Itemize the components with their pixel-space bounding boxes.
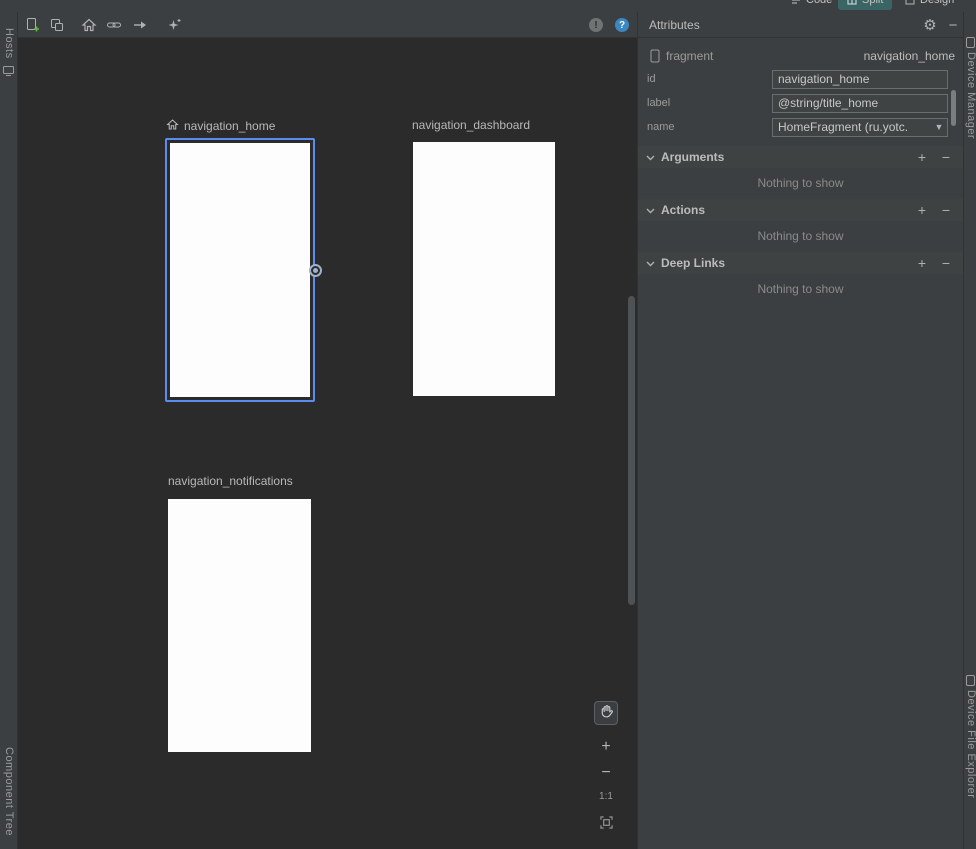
section-title-actions: Actions <box>661 203 705 217</box>
section-title-deep-links: Deep Links <box>661 256 725 270</box>
view-mode-code-label: Code <box>806 0 832 6</box>
attributes-header: Attributes ⚙ − <box>638 12 963 38</box>
fragment-preview-home[interactable] <box>165 138 315 402</box>
chevron-down-icon <box>646 150 655 164</box>
fragment-icon <box>650 49 660 63</box>
fragment-home-label: navigation_home <box>184 119 275 133</box>
field-row-name: name HomeFragment (ru.yotc. ▼ <box>638 116 963 138</box>
label-field-label: label <box>647 97 670 109</box>
view-mode-split[interactable]: Split <box>838 0 892 10</box>
hide-panel-icon[interactable]: − <box>944 16 962 34</box>
chevron-down-icon <box>646 203 655 217</box>
fragment-preview-notifications[interactable] <box>168 499 311 752</box>
field-row-id: id <box>638 68 963 90</box>
arguments-empty-message: Nothing to show <box>638 176 963 190</box>
actions-empty-message: Nothing to show <box>638 229 963 243</box>
auto-arrange-icon[interactable] <box>166 17 182 33</box>
fit-screen-icon <box>600 816 613 832</box>
navigation-canvas[interactable]: navigation_home navigation_dashboard nav… <box>18 38 637 849</box>
id-field-label: id <box>647 73 656 85</box>
attributes-panel: Attributes ⚙ − fragment navigation_home … <box>637 12 963 849</box>
remove-deep-link-button[interactable]: − <box>937 255 955 271</box>
canvas-vertical-scrollbar[interactable] <box>628 296 635 605</box>
zoom-to-fit-button[interactable] <box>596 816 616 832</box>
fragment-preview-dashboard[interactable] <box>413 142 555 396</box>
view-mode-design[interactable]: Design <box>896 0 963 10</box>
section-title-arguments: Arguments <box>661 150 724 164</box>
fragment-dashboard-label: navigation_dashboard <box>412 118 530 132</box>
action-handle[interactable] <box>309 264 322 277</box>
name-combobox[interactable]: HomeFragment (ru.yotc. ▼ <box>772 118 948 137</box>
left-tool-strip: Hosts Component Tree <box>0 12 18 849</box>
nested-graph-icon[interactable] <box>49 17 65 33</box>
split-icon <box>847 0 857 5</box>
pan-tool-button[interactable] <box>594 701 618 725</box>
component-type-label: fragment <box>666 49 713 63</box>
component-id-value: navigation_home <box>864 49 955 63</box>
section-header-deep-links[interactable]: Deep Links + − <box>638 252 963 274</box>
add-argument-button[interactable]: + <box>913 149 931 165</box>
hand-icon <box>599 704 614 722</box>
section-header-actions[interactable]: Actions + − <box>638 199 963 221</box>
fragment-home-label-row[interactable]: navigation_home <box>166 118 275 134</box>
selected-component-row: fragment navigation_home <box>638 46 955 66</box>
home-icon <box>166 118 179 134</box>
tool-window-device-manager[interactable]: Device Manager <box>965 52 976 139</box>
help-icon[interactable]: ? <box>615 18 629 32</box>
add-action-button[interactable]: + <box>913 202 931 218</box>
fragment-preview-home-surface <box>170 143 310 397</box>
right-tool-strip: Device Manager Device File Explorer <box>963 12 976 849</box>
add-deep-link-button[interactable]: + <box>913 255 931 271</box>
tool-window-hosts[interactable]: Hosts <box>3 28 15 59</box>
fragment-notifications-label-row[interactable]: navigation_notifications <box>168 474 293 488</box>
error-indicator-icon[interactable]: ! <box>589 18 603 32</box>
fragment-dashboard-label-row[interactable]: navigation_dashboard <box>412 118 530 132</box>
id-input[interactable] <box>772 70 948 89</box>
view-mode-split-label: Split <box>862 0 883 6</box>
hosts-icon[interactable] <box>2 64 15 77</box>
fragment-notifications-label: navigation_notifications <box>168 474 293 488</box>
nav-editor-toolbar: ! ? <box>18 12 637 38</box>
deep-links-empty-message: Nothing to show <box>638 282 963 296</box>
zoom-scale-label[interactable]: 1:1 <box>594 791 618 802</box>
action-arrow-icon[interactable] <box>132 17 148 33</box>
label-input[interactable] <box>772 94 948 113</box>
add-destination-icon[interactable] <box>25 17 41 33</box>
gear-icon[interactable]: ⚙ <box>921 16 939 34</box>
view-mode-design-label: Design <box>920 0 954 6</box>
code-icon <box>791 0 801 5</box>
remove-argument-button[interactable]: − <box>937 149 955 165</box>
name-field-label: name <box>647 121 675 133</box>
section-header-arguments[interactable]: Arguments + − <box>638 146 963 168</box>
chevron-down-icon <box>646 256 655 270</box>
deep-link-icon[interactable] <box>106 17 122 33</box>
remove-action-button[interactable]: − <box>937 202 955 218</box>
field-row-label: label <box>638 92 963 114</box>
design-icon <box>905 0 915 5</box>
device-manager-icon[interactable] <box>965 36 976 49</box>
chevron-down-icon: ▼ <box>931 122 947 132</box>
home-destination-icon[interactable] <box>81 17 97 33</box>
zoom-in-button[interactable]: + <box>596 738 616 756</box>
name-combobox-value: HomeFragment (ru.yotc. <box>773 120 931 134</box>
zoom-out-button[interactable]: − <box>596 764 616 782</box>
attributes-title: Attributes <box>649 18 700 32</box>
attributes-scrollbar[interactable] <box>951 90 956 126</box>
tool-window-component-tree[interactable]: Component Tree <box>3 747 15 836</box>
tool-window-device-file-explorer[interactable]: Device File Explorer <box>965 690 976 798</box>
view-mode-code[interactable]: Code <box>782 0 841 10</box>
device-file-explorer-icon[interactable] <box>965 674 976 687</box>
top-strip: Code Split Design <box>0 0 976 12</box>
